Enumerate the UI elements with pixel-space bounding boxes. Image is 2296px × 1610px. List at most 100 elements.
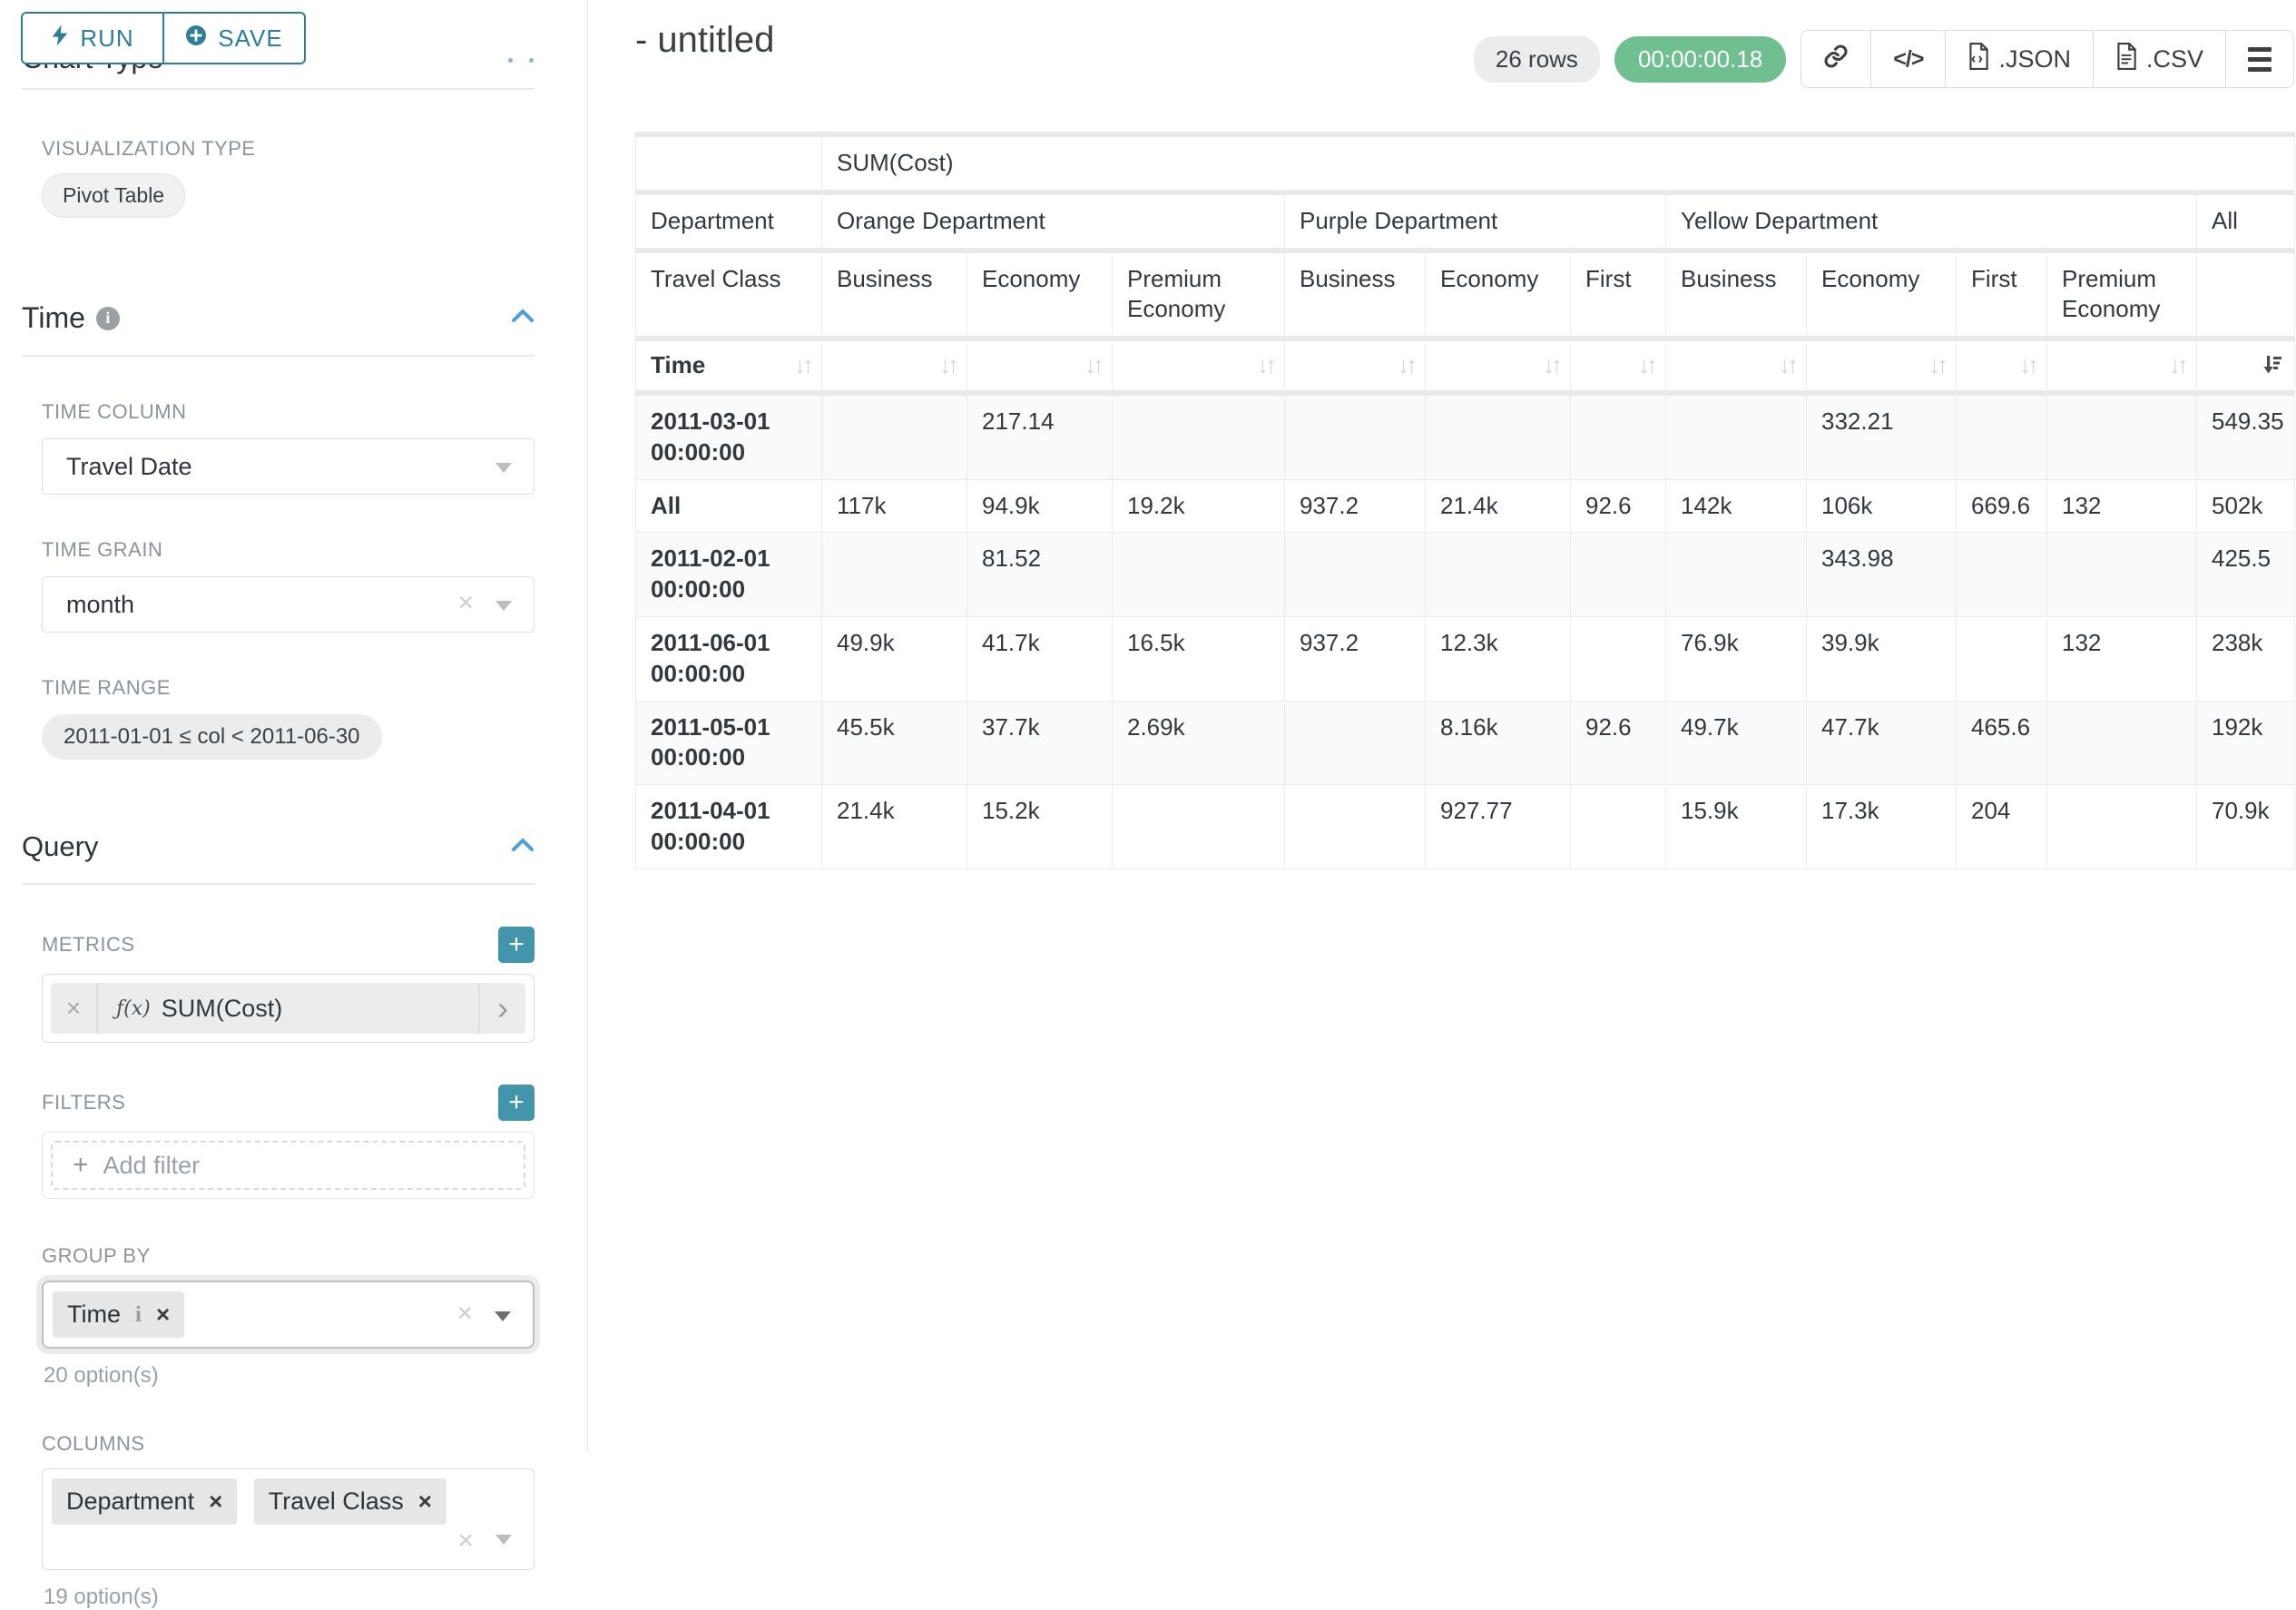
clear-icon[interactable]: × [457, 588, 474, 619]
clear-icon[interactable]: × [456, 1298, 473, 1329]
share-link-button[interactable] [1801, 31, 1871, 87]
view-query-button[interactable]: </> [1871, 31, 1946, 87]
table-row: 2011-02-01 00:00:0081.52343.98425.5 [636, 533, 2295, 617]
remove-tag-icon[interactable]: × [156, 1301, 170, 1329]
sort-icon[interactable]: ↓↑ [1543, 350, 1559, 381]
pivot-cell [1113, 785, 1285, 869]
pivot-cell: 937.2 [1285, 479, 1426, 533]
sort-descending-icon[interactable] [2260, 352, 2283, 376]
pivot-cell: 669.6 [1957, 479, 2047, 533]
sort-icon[interactable]: ↓↑ [1398, 350, 1414, 381]
chevron-down-icon[interactable] [495, 1311, 511, 1321]
sort-icon[interactable]: ↓↑ [2169, 350, 2185, 381]
chevron-right-icon[interactable]: › [478, 983, 525, 1034]
pivot-row-header: 2011-03-01 00:00:00 [636, 393, 822, 479]
add-filter-button[interactable]: + Add filter [51, 1141, 525, 1190]
function-icon: ƒ(x) [116, 997, 151, 1020]
chart-panel: - untitled 26 rows 00:00:00.18 </> [589, 0, 2296, 1452]
sort-cell: ↓↑ [982, 350, 1101, 381]
pivot-cell: 12.3k [1426, 616, 1571, 701]
pivot-sort-header: ↓↑ [1957, 339, 2047, 393]
filters-label: FILTERS [42, 1091, 125, 1114]
visualization-type-label: VISUALIZATION TYPE [42, 137, 535, 161]
pivot-sort-header: ↓↑ [822, 339, 967, 393]
sort-icon[interactable]: ↓↑ [939, 350, 956, 381]
sort-icon[interactable]: ↓↑ [794, 350, 810, 381]
remove-tag-icon[interactable]: × [209, 1487, 222, 1516]
sort-cell: ↓↑ [1821, 350, 1945, 381]
sort-cell: ↓↑ [1681, 350, 1795, 381]
table-row: 2011-03-01 00:00:00217.14332.21549.35 [636, 393, 2295, 479]
tag-label: Time [67, 1301, 121, 1329]
pivot-sort-header: ↓↑ [1666, 339, 1807, 393]
clear-icon[interactable]: × [457, 1526, 474, 1556]
sort-icon[interactable]: ↓↑ [1638, 350, 1654, 381]
pivot-cell: 81.52 [967, 533, 1113, 617]
tag-label: Department [66, 1487, 194, 1516]
group-by-label: GROUP BY [42, 1244, 535, 1268]
pivot-cell: 343.98 [1807, 533, 1957, 617]
pivot-sort-header: ↓↑ [1426, 339, 1571, 393]
sort-icon[interactable]: ↓↑ [1084, 350, 1101, 381]
pivot-cell: 17.3k [1807, 785, 1957, 869]
pivot-cell [2047, 785, 2197, 869]
visualization-type-pill[interactable]: Pivot Table [42, 173, 185, 218]
query-section-header: Query [22, 830, 535, 863]
drag-handle-dots [508, 58, 534, 63]
time-range-pill[interactable]: 2011-01-01 ≤ col < 2011-06-30 [42, 714, 382, 760]
pivot-cell: 8.16k [1426, 701, 1571, 785]
chart-menu-button[interactable] [2226, 31, 2293, 87]
time-grain-select[interactable]: month × [42, 576, 535, 633]
pivot-cell [822, 393, 967, 479]
chevron-down-icon[interactable] [496, 1535, 512, 1545]
time-column-select[interactable]: Travel Date [42, 438, 535, 495]
remove-tag-icon[interactable]: × [418, 1487, 432, 1516]
pivot-cell: 142k [1666, 479, 1807, 533]
pivot-department-header: Orange Department [822, 192, 1285, 250]
pivot-cell: 937.2 [1285, 616, 1426, 701]
sort-icon[interactable]: ↓↑ [1257, 350, 1273, 381]
pivot-cell: 15.2k [967, 785, 1113, 869]
chevron-down-icon[interactable] [496, 601, 512, 611]
metric-pill[interactable]: × ƒ(x) SUM(Cost) › [51, 983, 525, 1034]
columns-select[interactable]: Department × Travel Class × × [42, 1468, 535, 1570]
pivot-cell: 92.6 [1571, 479, 1666, 533]
pivot-cell: 204 [1957, 785, 2047, 869]
add-filter-plus-button[interactable]: + [498, 1085, 535, 1121]
pivot-class-header: Premium Economy [1113, 250, 1285, 339]
group-by-select[interactable]: Time i × × [42, 1281, 535, 1349]
time-section-title: Time [22, 301, 85, 335]
chevron-up-icon[interactable] [511, 309, 535, 328]
pivot-class-header: First [1571, 250, 1666, 339]
run-button[interactable]: RUN [21, 12, 163, 64]
columns-tag[interactable]: Travel Class × [254, 1478, 446, 1525]
chart-header-controls: 26 rows 00:00:00.18 </> [1474, 30, 2294, 88]
pivot-cell: 132 [2047, 616, 2197, 701]
group-by-tag[interactable]: Time i × [53, 1291, 184, 1338]
save-button[interactable]: SAVE [163, 12, 306, 64]
remove-metric-icon[interactable]: × [51, 983, 98, 1034]
sort-icon[interactable]: ↓↑ [1779, 350, 1795, 381]
sort-icon[interactable]: ↓↑ [2019, 350, 2036, 381]
query-duration-badge: 00:00:00.18 [1614, 36, 1786, 83]
chevron-up-icon[interactable] [511, 838, 535, 857]
group-by-options-hint: 20 option(s) [44, 1363, 535, 1389]
pivot-cell [1571, 785, 1666, 869]
pivot-corner-cell [636, 134, 822, 192]
pivot-cell: 106k [1807, 479, 1957, 533]
chevron-down-icon[interactable] [496, 463, 512, 473]
sort-icon[interactable]: ↓↑ [1928, 350, 1945, 381]
metrics-label: METRICS [42, 933, 135, 957]
export-csv-button[interactable]: .CSV [2094, 31, 2226, 87]
lightning-icon [51, 24, 69, 54]
pivot-row-header: 2011-02-01 00:00:00 [636, 533, 822, 617]
pivot-cell [1285, 533, 1426, 617]
export-json-button[interactable]: .JSON [1946, 31, 2094, 87]
pivot-class-header: Premium Economy [2047, 250, 2197, 339]
info-icon: i [135, 1302, 142, 1328]
json-file-icon [1967, 43, 1989, 76]
chart-title[interactable]: - untitled [635, 20, 774, 61]
pivot-table-container: SUM(Cost)DepartmentOrange DepartmentPurp… [635, 132, 2295, 869]
columns-tag[interactable]: Department × [52, 1478, 237, 1525]
add-metric-button[interactable]: + [498, 927, 535, 963]
